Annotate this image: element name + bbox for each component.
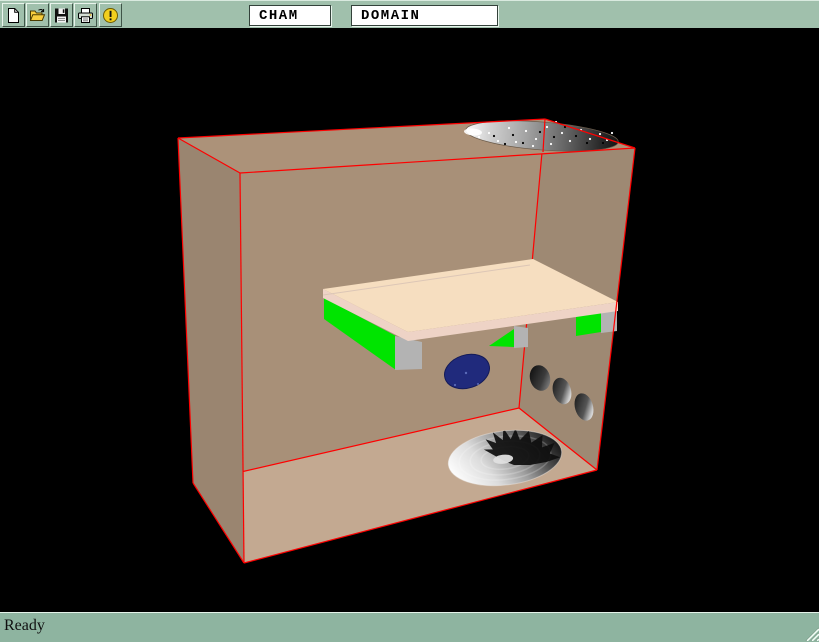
status-text: Ready xyxy=(4,617,45,634)
save-button[interactable] xyxy=(50,3,73,27)
toolbar xyxy=(0,0,819,28)
about-button[interactable] xyxy=(99,3,122,27)
support-block-left[interactable] xyxy=(395,336,422,370)
resize-grip[interactable] xyxy=(803,625,819,641)
support-block-middle[interactable] xyxy=(514,326,528,348)
print-button[interactable] xyxy=(74,3,97,27)
save-icon xyxy=(53,7,70,24)
object-name-field[interactable] xyxy=(351,5,498,26)
viewport-3d[interactable] xyxy=(0,28,819,612)
vr-editor-window: Ready xyxy=(0,0,819,642)
group-name-field[interactable] xyxy=(249,5,331,26)
domain-scene xyxy=(0,28,819,612)
status-bar: Ready xyxy=(0,612,819,642)
open-file-button[interactable] xyxy=(26,3,49,27)
new-document-button[interactable] xyxy=(2,3,25,27)
print-icon xyxy=(77,7,94,24)
open-folder-icon xyxy=(29,7,46,24)
new-document-icon xyxy=(5,7,22,24)
about-icon xyxy=(102,7,119,24)
left-wall[interactable] xyxy=(178,138,244,563)
